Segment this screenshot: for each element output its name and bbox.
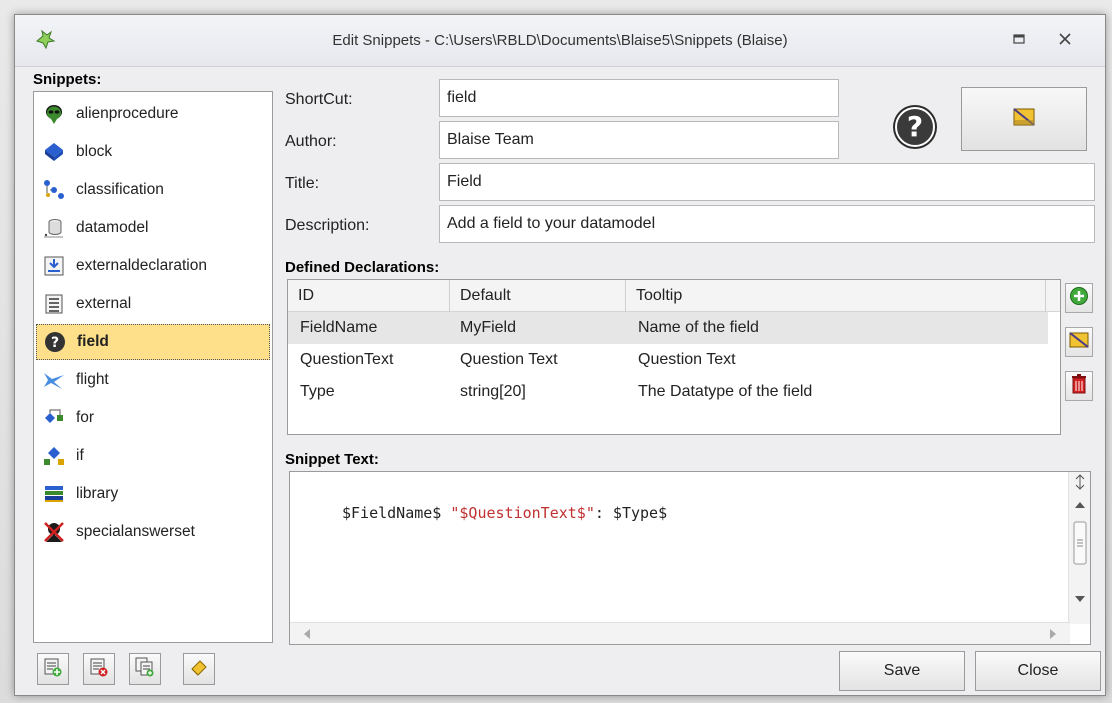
list-item[interactable]: if bbox=[36, 438, 270, 474]
table-cell: MyField bbox=[460, 319, 517, 336]
table-cell: Name of the field bbox=[638, 319, 759, 336]
author-label: Author: bbox=[285, 133, 337, 150]
clear-button[interactable] bbox=[183, 653, 215, 685]
description-field[interactable]: Add a field to your datamodel bbox=[439, 205, 1095, 243]
shortcut-label: ShortCut: bbox=[285, 91, 353, 108]
column-header-id[interactable]: ID bbox=[288, 280, 450, 312]
list-item-label: if bbox=[76, 447, 84, 464]
code-variable: $FieldName$ bbox=[342, 504, 451, 522]
list-item[interactable]: specialanswerset bbox=[36, 514, 270, 550]
external-icon bbox=[42, 292, 66, 316]
list-item-label: for bbox=[76, 409, 95, 426]
column-header-default[interactable]: Default bbox=[450, 280, 626, 312]
specialanswerset-icon bbox=[42, 520, 66, 544]
alien-icon bbox=[42, 102, 66, 126]
list-item-label: library bbox=[76, 485, 119, 502]
list-item-label: flight bbox=[76, 371, 109, 388]
table-cell: Question Text bbox=[638, 351, 736, 368]
restore-icon[interactable] bbox=[1009, 29, 1029, 49]
classification-icon bbox=[42, 178, 66, 202]
description-label: Description: bbox=[285, 217, 370, 234]
image-icon bbox=[1069, 331, 1089, 353]
table-cell: QuestionText bbox=[300, 351, 394, 368]
horizontal-scrollbar[interactable] bbox=[290, 622, 1070, 644]
external-declaration-icon bbox=[42, 254, 66, 278]
list-item[interactable]: flight bbox=[36, 362, 270, 398]
table-cell: Type bbox=[300, 383, 335, 400]
close-icon[interactable] bbox=[1055, 29, 1075, 49]
question-icon: ? bbox=[43, 330, 67, 354]
window-title: Edit Snippets - C:\Users\RBLD\Documents\… bbox=[332, 32, 788, 49]
column-header-tooltip[interactable]: Tooltip bbox=[626, 280, 1046, 312]
snippets-list: alienprocedure block classification data… bbox=[33, 91, 273, 643]
list-item-label: classification bbox=[76, 181, 164, 198]
save-button[interactable]: Save bbox=[839, 651, 965, 691]
list-item-label: block bbox=[76, 143, 113, 160]
delete-declaration-button[interactable] bbox=[1065, 371, 1093, 401]
block-icon bbox=[42, 140, 66, 164]
edit-declaration-button[interactable] bbox=[1065, 327, 1093, 357]
code-line: $FieldName$ "$QuestionText$": $Type$ bbox=[342, 504, 667, 522]
snippets-label: Snippets: bbox=[33, 71, 102, 88]
table-cell: Question Text bbox=[460, 351, 558, 368]
table-row[interactable]: FieldName MyField Name of the field bbox=[288, 312, 1048, 344]
copy-snippet-icon bbox=[135, 657, 155, 682]
declarations-table: ID Default Tooltip FieldName MyField Nam… bbox=[287, 279, 1061, 435]
code-string: "$QuestionText$" bbox=[450, 504, 595, 522]
add-snippet-icon bbox=[43, 657, 63, 682]
list-item-label: datamodel bbox=[76, 219, 149, 236]
for-icon bbox=[42, 406, 66, 430]
title-bar[interactable]: Edit Snippets - C:\Users\RBLD\Documents\… bbox=[15, 15, 1105, 67]
table-row[interactable]: QuestionText Question Text Question Text bbox=[288, 344, 1048, 376]
help-icon[interactable]: ? bbox=[891, 103, 939, 151]
list-item-selected[interactable]: ? field bbox=[36, 324, 270, 360]
snippet-text-editor[interactable]: $FieldName$ "$QuestionText$": $Type$ bbox=[289, 471, 1091, 645]
image-icon bbox=[1013, 107, 1035, 131]
declarations-label: Defined Declarations: bbox=[285, 259, 440, 276]
table-cell: The Datatype of the field bbox=[638, 383, 813, 400]
add-declaration-button[interactable] bbox=[1065, 283, 1093, 313]
eraser-icon bbox=[189, 657, 209, 682]
list-item[interactable]: alienprocedure bbox=[36, 96, 270, 132]
table-cell: FieldName bbox=[300, 319, 378, 336]
table-header: ID Default Tooltip bbox=[288, 280, 1060, 312]
list-item-label: external bbox=[76, 295, 132, 312]
close-button[interactable]: Close bbox=[975, 651, 1101, 691]
if-icon bbox=[42, 444, 66, 468]
title-field[interactable]: Field bbox=[439, 163, 1095, 201]
list-item[interactable]: block bbox=[36, 134, 270, 170]
list-item-label: externaldeclaration bbox=[76, 257, 207, 274]
add-icon bbox=[1069, 286, 1089, 311]
copy-snippet-button[interactable] bbox=[129, 653, 161, 685]
list-item-label: field bbox=[77, 333, 109, 350]
image-button[interactable] bbox=[961, 87, 1087, 151]
flight-icon bbox=[42, 368, 66, 392]
shortcut-field[interactable]: field bbox=[439, 79, 839, 117]
svg-text:?: ? bbox=[51, 335, 59, 351]
delete-snippet-icon bbox=[89, 657, 109, 682]
edit-snippets-window: Edit Snippets - C:\Users\RBLD\Documents\… bbox=[14, 14, 1106, 696]
list-item[interactable]: classification bbox=[36, 172, 270, 208]
code-variable: : $Type$ bbox=[594, 504, 668, 522]
datamodel-icon bbox=[42, 216, 66, 240]
table-cell: string[20] bbox=[460, 383, 526, 400]
snippet-text-label: Snippet Text: bbox=[285, 451, 379, 468]
author-field[interactable]: Blaise Team bbox=[439, 121, 839, 159]
table-row[interactable]: Type string[20] The Datatype of the fiel… bbox=[288, 376, 1048, 408]
list-item[interactable]: library bbox=[36, 476, 270, 512]
svg-text:?: ? bbox=[907, 110, 923, 143]
list-item[interactable]: for bbox=[36, 400, 270, 436]
list-item[interactable]: external bbox=[36, 286, 270, 322]
add-snippet-button[interactable] bbox=[37, 653, 69, 685]
vertical-scrollbar[interactable] bbox=[1068, 472, 1090, 624]
trash-icon bbox=[1071, 373, 1087, 399]
list-item[interactable]: datamodel bbox=[36, 210, 270, 246]
library-icon bbox=[42, 482, 66, 506]
list-item-label: alienprocedure bbox=[76, 105, 179, 122]
list-item-label: specialanswerset bbox=[76, 523, 195, 540]
delete-snippet-button[interactable] bbox=[83, 653, 115, 685]
list-item[interactable]: externaldeclaration bbox=[36, 248, 270, 284]
title-label: Title: bbox=[285, 175, 320, 192]
